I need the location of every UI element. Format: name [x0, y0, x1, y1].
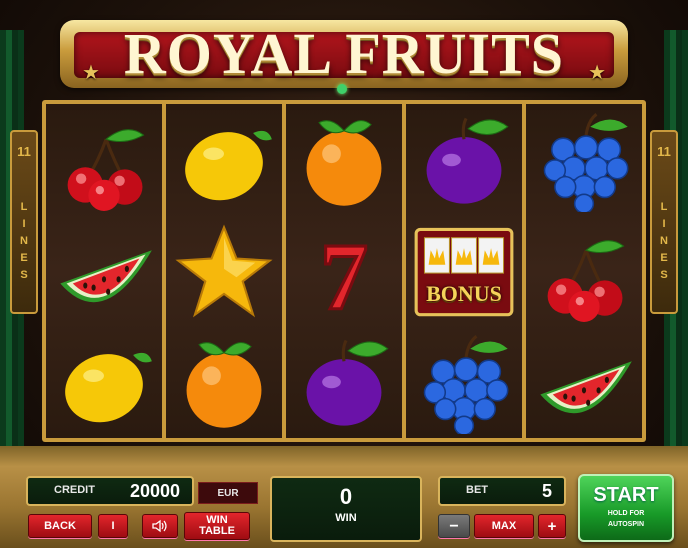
seven-symbol: 7 [319, 221, 370, 323]
game-title: ROYAL FRUITS [123, 21, 565, 86]
game-stage: ROYAL FRUITS ★ ★ 11 LINES 11 LINES 7 BON… [0, 0, 688, 548]
star-icon: ★ [82, 62, 100, 84]
grapes-symbol [423, 334, 509, 434]
win-value: 0 [339, 484, 353, 509]
symbol-cell [406, 326, 522, 437]
symbol-cell [406, 104, 522, 215]
reel: BONUS [406, 104, 522, 438]
orange-symbol [186, 341, 262, 428]
win-label: WIN [335, 512, 357, 524]
lines-indicator-left: 11 LINES [10, 130, 38, 314]
title-banner: ROYAL FRUITS ★ ★ [20, 8, 668, 96]
lemon-symbol [65, 352, 152, 422]
symbol-cell [526, 215, 642, 326]
lines-count: 11 [17, 144, 31, 159]
star-icon: ★ [588, 62, 606, 84]
reel [46, 104, 162, 438]
symbol-cell: 7 [286, 215, 402, 326]
reel: 7 [286, 104, 402, 438]
credit-label: CREDIT [54, 484, 95, 496]
bet-value: 5 [541, 481, 552, 501]
win-table-button[interactable]: WIN TABLE [184, 512, 250, 540]
start-sub-label: AUTOSPIN [607, 521, 645, 528]
star-symbol [175, 224, 273, 317]
reel [166, 104, 282, 438]
bet-increase-button[interactable]: + [538, 514, 566, 538]
orange-symbol [306, 119, 382, 206]
lines-count: 11 [657, 144, 671, 159]
currency-badge: EUR [198, 482, 258, 504]
symbol-cell [166, 104, 282, 215]
speaker-icon [152, 519, 167, 533]
lines-indicator-right: 11 LINES [650, 130, 678, 314]
lines-label: LINES [20, 201, 28, 281]
bet-label: BET [466, 484, 488, 496]
credit-display: CREDIT 20000 [26, 476, 194, 506]
reel [526, 104, 642, 438]
symbol-cell [526, 326, 642, 437]
bonus-label: BONUS [426, 281, 502, 306]
watermelon-symbol [540, 360, 632, 413]
cherries-symbol [547, 239, 625, 322]
start-button[interactable]: START HOLD FOR AUTOSPIN [578, 474, 674, 542]
lemon-symbol [185, 130, 272, 200]
symbol-cell [526, 104, 642, 215]
lines-label: LINES [660, 201, 668, 281]
symbol-cell [166, 215, 282, 326]
back-button[interactable]: BACK [28, 514, 92, 538]
win-table-label: TABLE [199, 525, 235, 537]
svg-text:7: 7 [320, 223, 368, 323]
plum-symbol [306, 339, 389, 426]
watermelon-symbol [60, 249, 152, 302]
bet-display: BET 5 [438, 476, 566, 506]
symbol-cell [46, 215, 162, 326]
max-bet-button[interactable]: MAX [474, 514, 534, 538]
cherries-symbol [67, 128, 145, 211]
win-display: 0 WIN [270, 476, 422, 542]
symbol-cell [166, 326, 282, 437]
sound-button[interactable] [142, 514, 178, 538]
symbol-cell: BONUS [406, 215, 522, 326]
plum-symbol [426, 117, 509, 204]
start-sub-label: HOLD FOR [607, 510, 645, 517]
symbol-cell [286, 104, 402, 215]
symbol-cell [286, 326, 402, 437]
symbol-cell [46, 104, 162, 215]
reel-area: 7 BONUS [42, 100, 646, 442]
bet-decrease-button[interactable]: − [438, 514, 470, 538]
symbol-cell [46, 326, 162, 437]
credit-value: 20000 [129, 481, 180, 501]
gem-ornament [337, 84, 347, 94]
start-label: START [593, 484, 659, 506]
info-button[interactable]: I [98, 514, 128, 538]
grapes-symbol [543, 112, 629, 212]
